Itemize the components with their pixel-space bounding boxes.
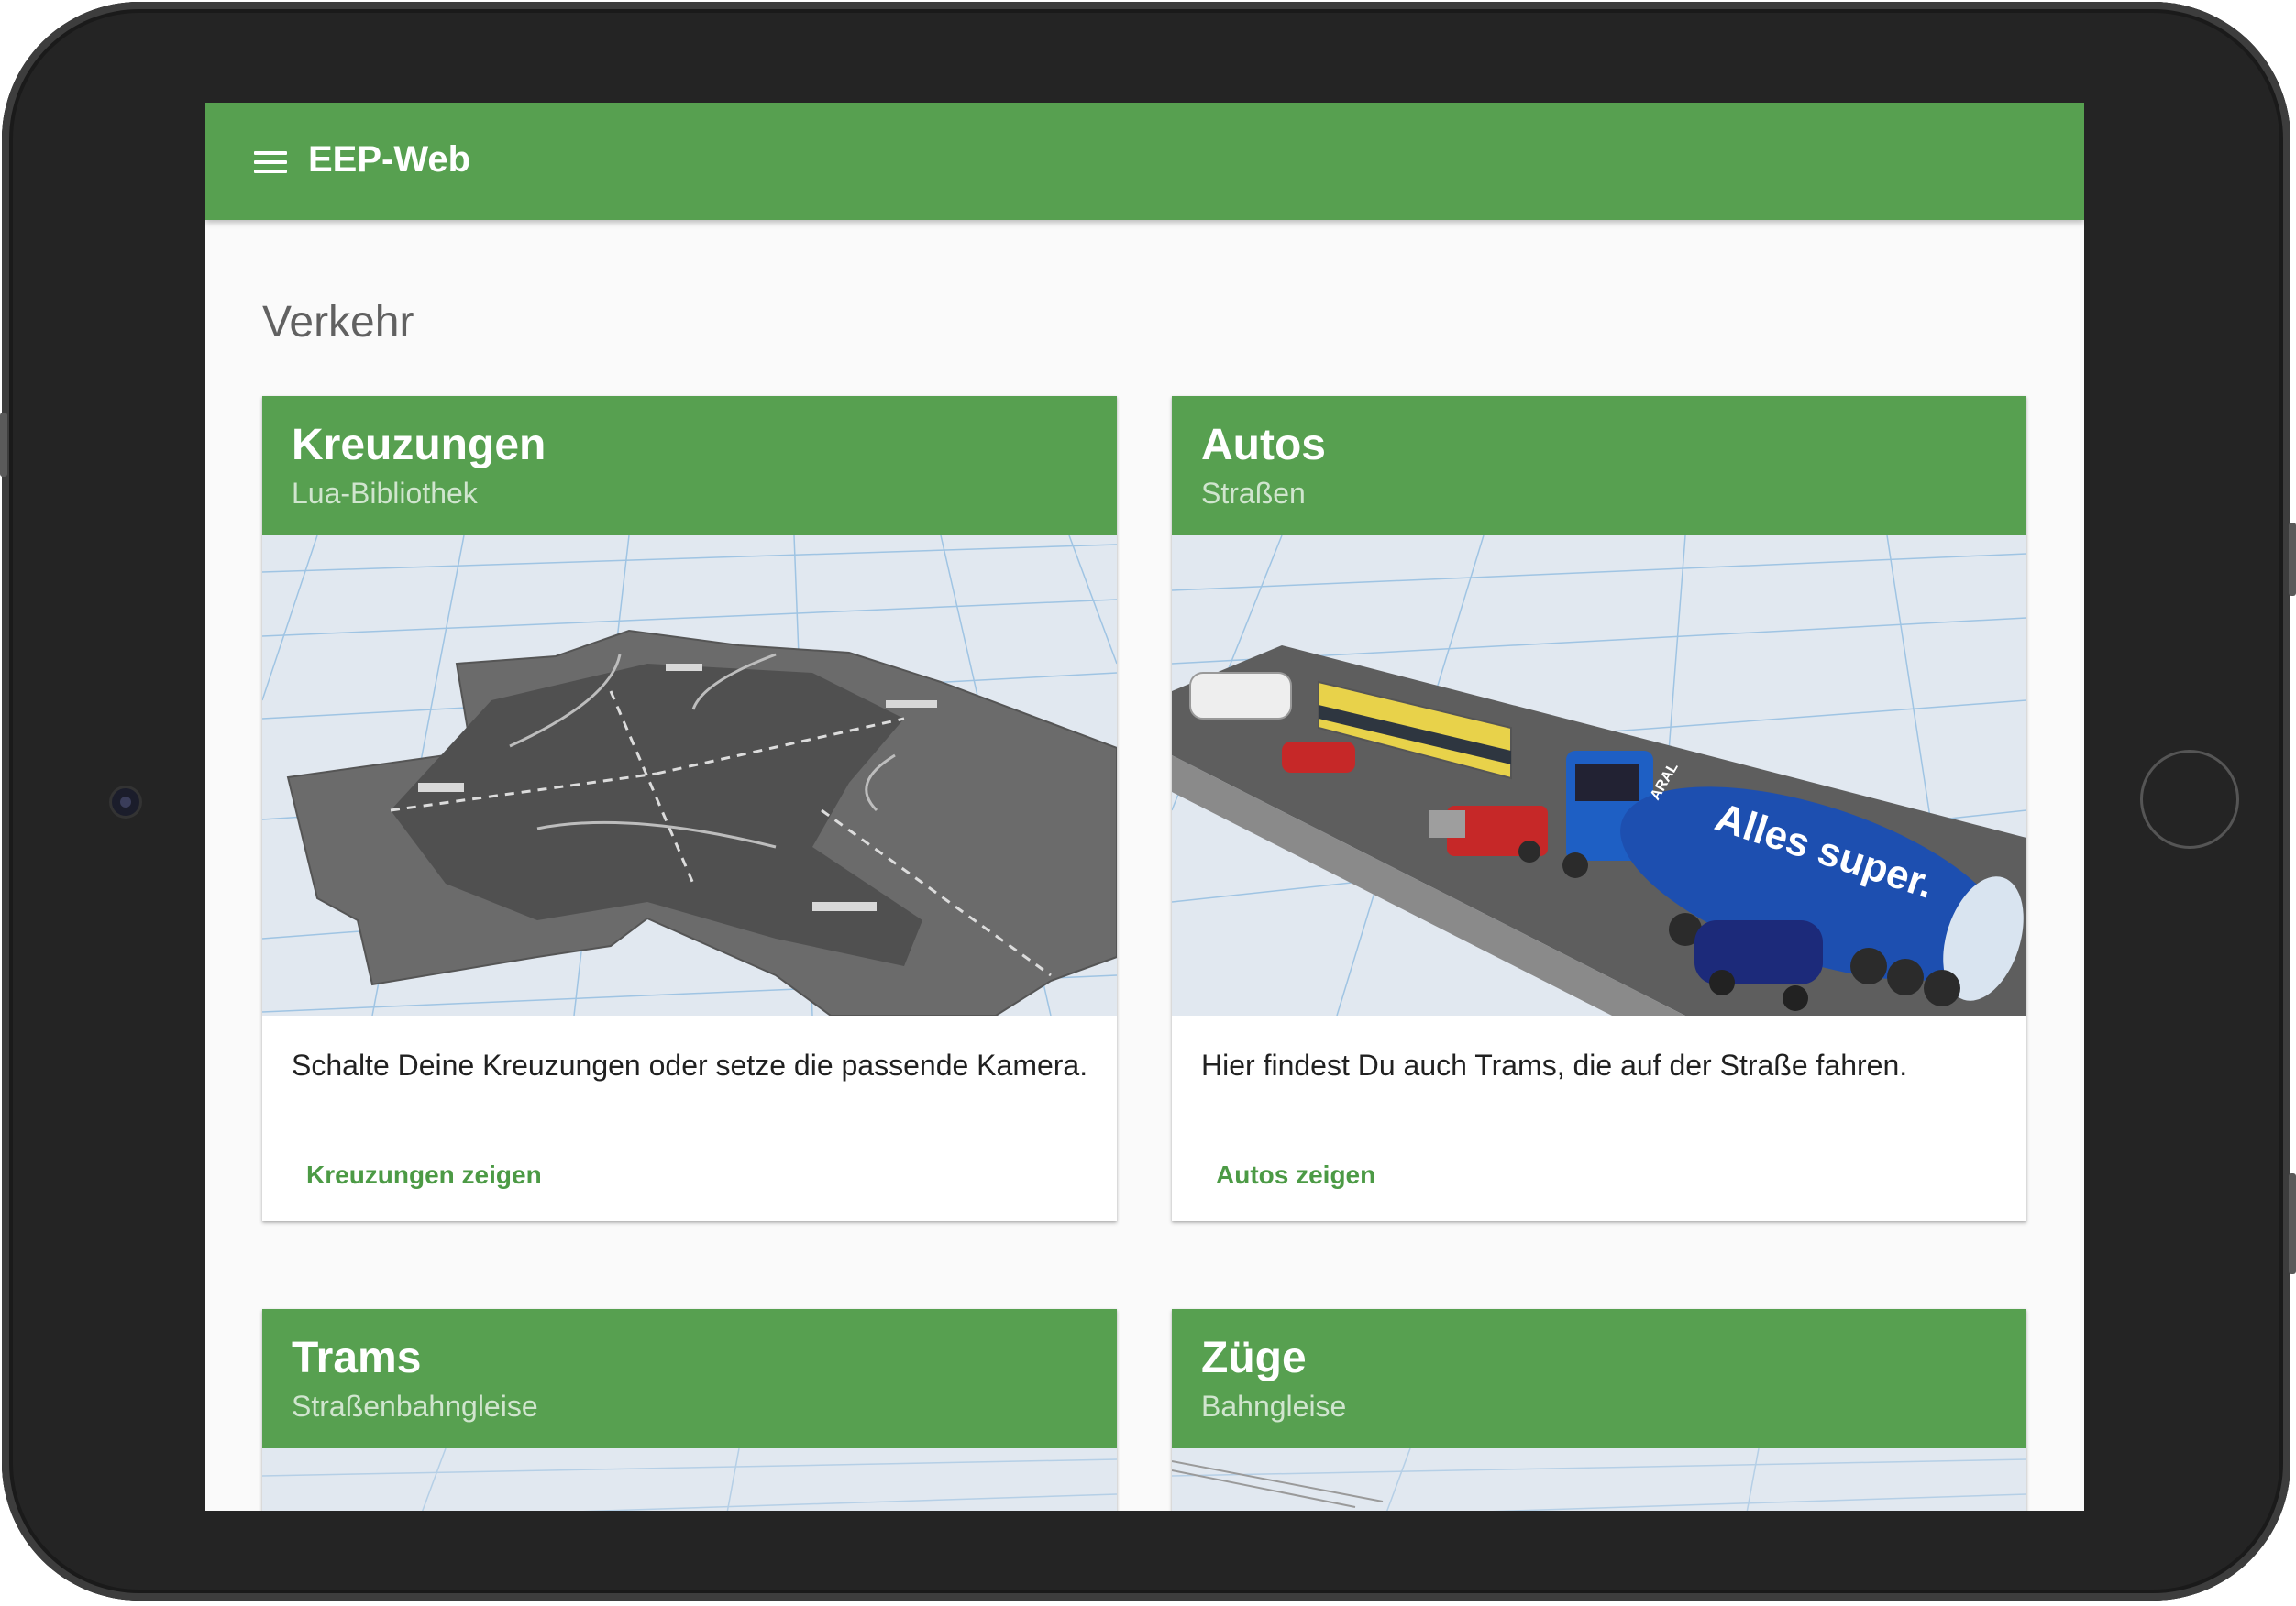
card-image-tram-tracks xyxy=(262,1448,1117,1511)
card-header: Autos Straßen xyxy=(1172,396,2026,535)
section-title: Verkehr xyxy=(262,298,414,346)
volume-button xyxy=(0,412,7,477)
app-screen: EEP-Web Verkehr Kreuzungen Lua-Bibliothe… xyxy=(205,103,2084,1511)
menu-icon[interactable] xyxy=(254,148,287,176)
home-button[interactable] xyxy=(2140,750,2239,849)
card-title: Trams xyxy=(292,1334,422,1382)
card-title: Kreuzungen xyxy=(292,421,546,469)
card-title: Züge xyxy=(1201,1334,1307,1382)
card-subtitle: Straßenbahngleise xyxy=(292,1390,538,1423)
side-button-right-1 xyxy=(2289,522,2296,596)
card-subtitle: Bahngleise xyxy=(1201,1390,1347,1423)
front-camera xyxy=(112,788,139,816)
card-description: Schalte Deine Kreuzungen oder setze die … xyxy=(292,1049,1088,1082)
card-header: Kreuzungen Lua-Bibliothek xyxy=(262,396,1117,535)
card-image-vehicles: Alles super. ARAL xyxy=(1172,535,2026,1016)
card-subtitle: Straßen xyxy=(1201,477,1306,510)
card-image-intersection xyxy=(262,535,1117,1016)
card-header: Trams Straßenbahngleise xyxy=(262,1309,1117,1448)
app-bar: EEP-Web xyxy=(205,103,2084,220)
card-subtitle: Lua-Bibliothek xyxy=(292,477,478,510)
card-trams: Trams Straßenbahngleise xyxy=(262,1309,1117,1511)
card-zuege: Züge Bahngleise xyxy=(1172,1309,2026,1511)
kreuzungen-zeigen-button[interactable]: Kreuzungen zeigen xyxy=(306,1160,542,1190)
card-description: Hier findest Du auch Trams, die auf der … xyxy=(1201,1049,1908,1082)
side-button-right-2 xyxy=(2289,1173,2296,1274)
card-header: Züge Bahngleise xyxy=(1172,1309,2026,1448)
card-title: Autos xyxy=(1201,421,1326,469)
card-image-railway-tracks xyxy=(1172,1448,2026,1511)
autos-zeigen-button[interactable]: Autos zeigen xyxy=(1216,1160,1375,1190)
app-title: EEP-Web xyxy=(308,139,471,180)
card-kreuzungen: Kreuzungen Lua-Bibliothek Schalte Deine … xyxy=(262,396,1117,1221)
card-autos: Autos Straßen Alles super. ARAL Hier fin… xyxy=(1172,396,2026,1221)
